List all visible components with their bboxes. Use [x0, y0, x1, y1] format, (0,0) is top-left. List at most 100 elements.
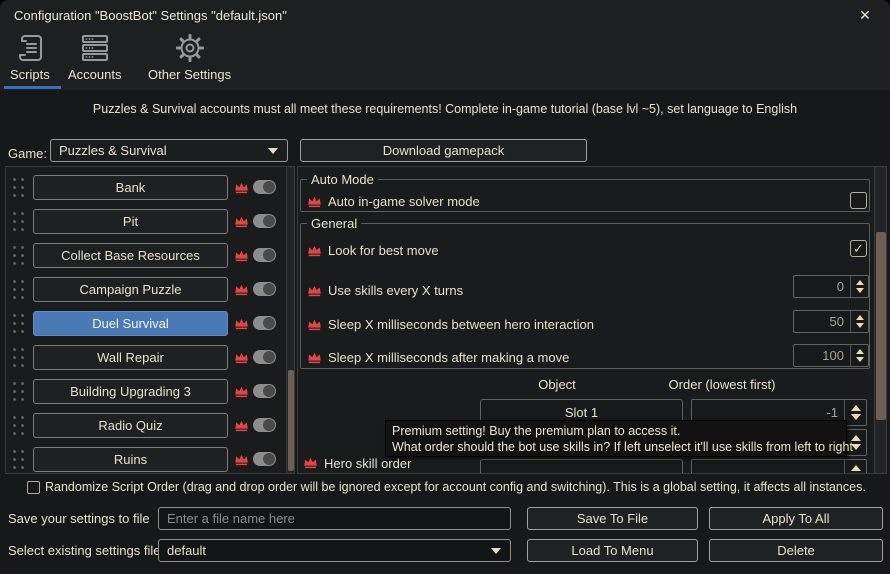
select-settings-label: Select existing settings file	[8, 543, 161, 558]
toggle-knob	[263, 419, 275, 431]
drag-handle-icon[interactable]	[12, 245, 26, 267]
spin-up-icon[interactable]	[855, 280, 864, 285]
load-to-menu-button[interactable]: Load To Menu	[527, 539, 698, 562]
sleep-move-label: Sleep X milliseconds after making a move	[328, 350, 570, 365]
game-select-value: Puzzles & Survival	[59, 143, 167, 158]
script-toggle[interactable]	[253, 316, 276, 330]
script-button[interactable]: Pit	[33, 209, 228, 234]
script-toggle[interactable]	[253, 180, 276, 194]
requirements-banner: Puzzles & Survival accounts must all mee…	[92, 102, 798, 116]
tab-accounts-label: Accounts	[68, 67, 122, 82]
best-move-checkbox[interactable]: ✓	[850, 240, 867, 257]
script-list-scrollbar[interactable]	[286, 167, 294, 473]
script-toggle[interactable]	[253, 384, 276, 398]
script-toggle[interactable]	[253, 418, 276, 432]
script-toggle[interactable]	[253, 452, 276, 466]
scroll-icon	[18, 35, 42, 61]
boostbot-settings-window: Configuration "BoostBot" Settings "defau…	[0, 0, 890, 574]
order-value	[692, 460, 844, 473]
drag-handle-icon[interactable]	[12, 381, 26, 403]
auto-solver-checkbox[interactable]	[850, 192, 867, 209]
sleep-move-spinbox[interactable]: 100	[793, 344, 869, 367]
column-header-object: Object	[538, 377, 576, 392]
script-button[interactable]: Wall Repair	[33, 345, 228, 370]
premium-crown-icon	[235, 318, 248, 330]
tab-other-settings[interactable]: Other Settings	[148, 32, 231, 82]
drag-handle-icon[interactable]	[12, 449, 26, 471]
script-toggle[interactable]	[253, 282, 276, 296]
spin-down-icon[interactable]	[855, 288, 864, 293]
script-button[interactable]: Radio Quiz	[33, 413, 228, 438]
settings-scrollbar[interactable]	[874, 167, 886, 473]
chevron-down-icon	[268, 148, 278, 154]
tab-accounts[interactable]: Accounts	[68, 32, 121, 82]
scrollbar-thumb[interactable]	[288, 370, 294, 471]
toggle-knob	[263, 351, 275, 363]
download-gamepack-button[interactable]: Download gamepack	[300, 139, 587, 162]
script-button[interactable]: Campaign Puzzle	[33, 277, 228, 302]
delete-button[interactable]: Delete	[709, 539, 883, 562]
script-button-selected[interactable]: Duel Survival	[33, 311, 228, 336]
script-settings-panel: Auto Mode Auto in-game solver mode Gener…	[297, 166, 887, 474]
script-toggle[interactable]	[253, 214, 276, 228]
use-skills-spinbox[interactable]: 0	[793, 275, 869, 298]
active-tab-indicator	[4, 86, 61, 89]
script-row: Ruins	[6, 447, 294, 473]
drag-handle-icon[interactable]	[12, 211, 26, 233]
save-settings-label: Save your settings to file	[8, 511, 150, 526]
settings-file-value: default	[167, 543, 207, 558]
drag-handle-icon[interactable]	[12, 347, 26, 369]
premium-crown-icon	[304, 457, 317, 469]
sleep-hero-value: 50	[829, 314, 844, 329]
game-select[interactable]: Puzzles & Survival	[50, 139, 288, 162]
spin-up-icon[interactable]	[855, 349, 864, 354]
general-group-title: General	[311, 216, 358, 231]
premium-crown-icon	[235, 216, 248, 228]
script-button[interactable]: Ruins	[33, 447, 228, 472]
script-row: Wall Repair	[6, 345, 294, 372]
spin-up-icon[interactable]	[855, 315, 864, 320]
premium-crown-icon	[308, 245, 321, 257]
script-row: Building Upgrading 3	[6, 379, 294, 406]
settings-file-select[interactable]: default	[158, 539, 511, 562]
script-row: Collect Base Resources	[6, 243, 294, 270]
tab-other-settings-label: Other Settings	[148, 67, 232, 82]
script-toggle[interactable]	[253, 248, 276, 262]
order-spinbox[interactable]	[691, 459, 867, 473]
script-row: Radio Quiz	[6, 413, 294, 440]
auto-mode-group-title: Auto Mode	[311, 172, 374, 187]
close-icon[interactable]: ✕	[856, 6, 874, 24]
auto-solver-label: Auto in-game solver mode	[328, 194, 480, 209]
drag-handle-icon[interactable]	[12, 177, 26, 199]
script-button[interactable]: Building Upgrading 3	[33, 379, 228, 404]
spin-up-icon[interactable]	[850, 465, 861, 471]
save-to-file-button[interactable]: Save To File	[527, 507, 698, 530]
sleep-hero-spinbox[interactable]: 50	[793, 310, 869, 333]
script-button[interactable]: Collect Base Resources	[33, 243, 228, 268]
drag-handle-icon[interactable]	[12, 415, 26, 437]
script-toggle[interactable]	[253, 350, 276, 364]
premium-crown-icon	[235, 250, 248, 262]
randomize-order-label: Randomize Script Order (drag and drop or…	[45, 480, 866, 494]
toggle-knob	[263, 215, 275, 227]
apply-to-all-button[interactable]: Apply To All	[709, 507, 883, 530]
tabbar: Scripts Accounts Other Settings	[0, 30, 890, 90]
slot-cell[interactable]	[480, 459, 683, 473]
filename-input[interactable]	[158, 507, 511, 530]
premium-crown-icon	[235, 386, 248, 398]
drag-handle-icon[interactable]	[12, 313, 26, 335]
randomize-order-checkbox[interactable]	[27, 481, 40, 494]
spin-down-icon[interactable]	[850, 414, 861, 420]
tab-scripts[interactable]: Scripts	[10, 32, 50, 82]
premium-tooltip: Premium setting! Buy the premium plan to…	[385, 420, 853, 457]
drag-handle-icon[interactable]	[12, 279, 26, 301]
window-title: Configuration "BoostBot" Settings "defau…	[14, 8, 287, 23]
spin-down-icon[interactable]	[855, 357, 864, 362]
scrollbar-thumb[interactable]	[876, 232, 886, 420]
spin-up-icon[interactable]	[850, 405, 861, 411]
toggle-knob	[263, 283, 275, 295]
titlebar: Configuration "BoostBot" Settings "defau…	[0, 0, 890, 30]
script-row: Bank	[6, 175, 294, 202]
script-button[interactable]: Bank	[33, 175, 228, 200]
spin-down-icon[interactable]	[855, 323, 864, 328]
